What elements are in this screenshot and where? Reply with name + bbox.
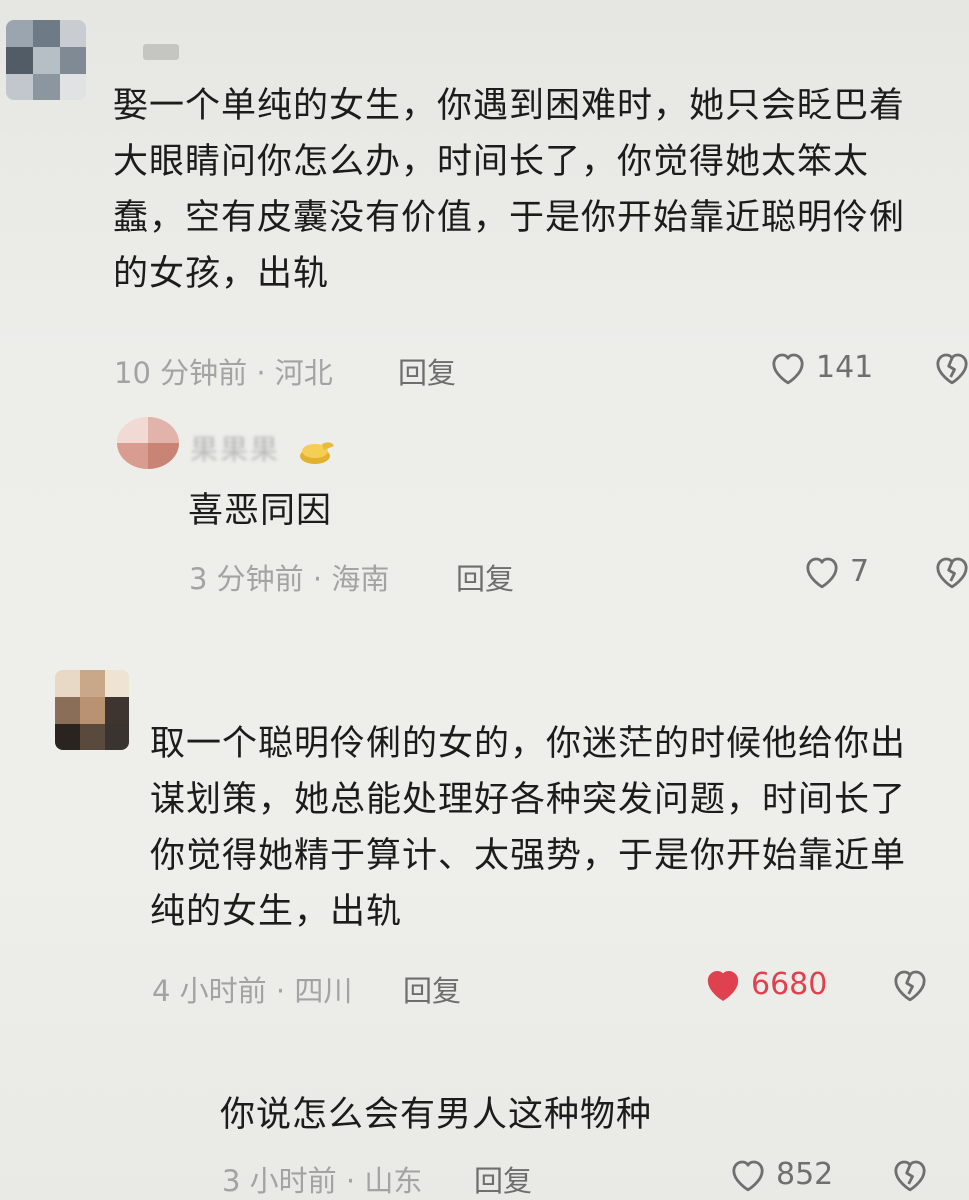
avatar[interactable] — [55, 670, 129, 750]
reply-text: 喜恶同因 — [188, 491, 333, 531]
broken-heart-icon[interactable] — [890, 1155, 930, 1193]
like-button[interactable]: 141 — [768, 348, 873, 386]
heart-outline-icon — [772, 353, 804, 385]
reply-button[interactable]: 回复 — [398, 350, 456, 392]
like-button[interactable]: 852 — [728, 1155, 833, 1193]
broken-heart-icon[interactable] — [932, 348, 969, 386]
reply-button[interactable]: 回复 — [474, 1158, 532, 1200]
reply-timestamp-location: 3 小时前 · 山东 — [222, 1164, 423, 1198]
reply-timestamp-location: 3 分钟前 · 海南 — [189, 562, 390, 596]
like-count: 141 — [816, 349, 874, 385]
comment-text: 娶一个单纯的女生，你遇到困难时，她只会眨巴着 大眼睛问你怎么办，时间长了，你觉得… — [113, 86, 906, 294]
broken-heart-icon[interactable] — [932, 552, 969, 590]
username-blurred[interactable] — [143, 44, 179, 60]
comment-timestamp-location: 4 小时前 · 四川 — [152, 974, 353, 1008]
comment-timestamp-location: 10 分钟前 · 河北 — [114, 356, 333, 390]
like-button[interactable]: 6680 — [703, 965, 827, 1003]
reply-text: 你说怎么会有男人这种物种 — [220, 1095, 653, 1135]
like-count: 852 — [776, 1156, 834, 1192]
like-count: 6680 — [751, 966, 828, 1002]
username[interactable]: 果果果 — [190, 428, 280, 468]
level-badge-icon — [298, 436, 336, 466]
heart-outline-icon — [806, 557, 838, 589]
reply-button[interactable]: 回复 — [403, 968, 461, 1010]
broken-heart-icon[interactable] — [890, 965, 930, 1003]
like-button[interactable]: 7 — [802, 552, 869, 590]
avatar[interactable] — [117, 417, 179, 469]
comment-text: 取一个聪明伶俐的女的，你迷茫的时候他给你出 谋划策，她总能处理好各种突发问题，时… — [150, 724, 907, 932]
like-count: 7 — [850, 553, 870, 589]
avatar[interactable] — [6, 20, 86, 100]
reply-button[interactable]: 回复 — [456, 556, 514, 598]
heart-filled-icon — [707, 971, 739, 1001]
heart-outline-icon — [732, 1160, 764, 1192]
